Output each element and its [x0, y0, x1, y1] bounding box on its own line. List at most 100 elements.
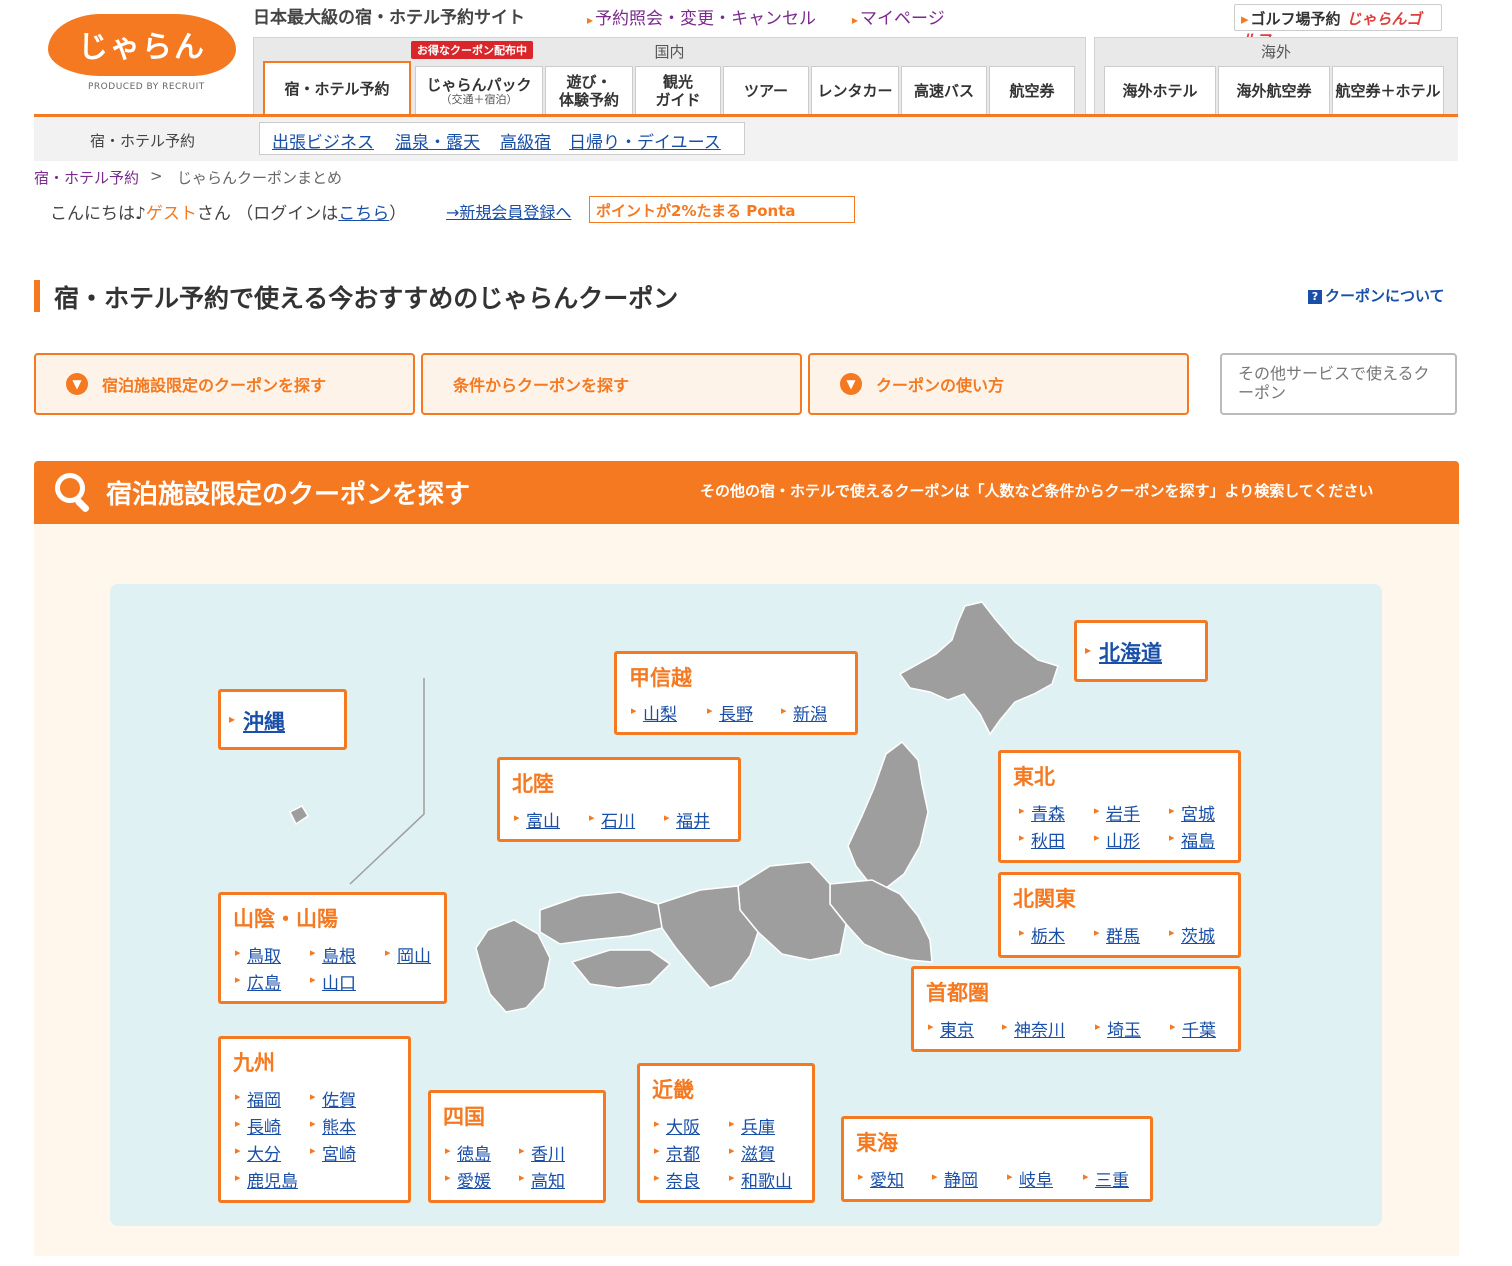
- subnav-dayuse[interactable]: 日帰り・デイユース: [569, 128, 721, 153]
- region-hokkaido[interactable]: 北海道: [1074, 620, 1208, 682]
- pref-link[interactable]: 千葉: [1170, 1016, 1216, 1041]
- region-name: 東北: [1013, 765, 1055, 789]
- tab-jalan-pack[interactable]: じゃらんパック （交通＋宿泊）: [415, 66, 543, 116]
- pref-link[interactable]: 石川: [589, 807, 635, 832]
- region-name-okinawa[interactable]: 沖縄: [229, 706, 285, 736]
- region-shutoken: 首都圏 東京 神奈川 埼玉 千葉: [911, 966, 1241, 1052]
- register-link[interactable]: →新規会員登録へ: [446, 199, 571, 223]
- pref-link[interactable]: 埼玉: [1095, 1016, 1141, 1041]
- btn-label: 宿泊施設限定のクーポンを探す: [102, 376, 327, 395]
- login-link[interactable]: こちら: [338, 204, 389, 224]
- tab-label: ツアー: [743, 81, 789, 100]
- pref-link[interactable]: 兵庫: [729, 1113, 775, 1138]
- pref-link[interactable]: 秋田: [1019, 827, 1065, 852]
- pref-link[interactable]: 長崎: [235, 1113, 281, 1138]
- btn-coupon-howto[interactable]: ▼ クーポンの使い方: [808, 353, 1189, 415]
- tab-overseas-air[interactable]: 海外航空券: [1218, 66, 1330, 116]
- region-okinawa[interactable]: 沖縄: [218, 689, 347, 750]
- pref-link[interactable]: 大阪: [654, 1113, 700, 1138]
- pref-link[interactable]: 長野: [707, 700, 753, 725]
- region-name: 首都圏: [926, 981, 989, 1005]
- overseas-label: 海外: [1260, 43, 1291, 61]
- domestic-label: 国内: [654, 43, 685, 61]
- btn-other-service-coupon[interactable]: その他サービスで使えるクーポン: [1220, 353, 1457, 415]
- tab-activity[interactable]: 遊び・ 体験予約: [545, 66, 633, 116]
- tab-air-hotel[interactable]: 航空券＋ホテル: [1332, 66, 1444, 116]
- pref-link[interactable]: 三重: [1083, 1166, 1129, 1191]
- pref-link[interactable]: 東京: [928, 1016, 974, 1041]
- pref-link[interactable]: 香川: [519, 1140, 565, 1165]
- pref-link[interactable]: 徳島: [445, 1140, 491, 1165]
- pref-link[interactable]: 山口: [310, 969, 356, 994]
- pref-link[interactable]: 栃木: [1019, 922, 1065, 947]
- tab-rentacar[interactable]: レンタカー: [811, 66, 899, 116]
- pref-link[interactable]: 島根: [310, 942, 356, 967]
- tab-label: 航空券＋ホテル: [1335, 81, 1441, 100]
- pref-link[interactable]: 群馬: [1094, 922, 1140, 947]
- pref-link[interactable]: 宮崎: [310, 1140, 356, 1165]
- pref-link[interactable]: 大分: [235, 1140, 281, 1165]
- breadcrumb-home[interactable]: 宿・ホテル予約: [34, 167, 139, 188]
- pref-link[interactable]: 高知: [519, 1167, 565, 1192]
- tab-hotel[interactable]: 宿・ホテル予約: [263, 61, 411, 117]
- chevron-down-icon: ▼: [66, 373, 88, 395]
- ponta-banner[interactable]: ポイントが2%たまる Ponta: [589, 196, 855, 223]
- subnav-business[interactable]: 出張ビジネス: [272, 128, 374, 153]
- subnav-luxury[interactable]: 高級宿: [500, 128, 551, 153]
- mypage-link[interactable]: マイページ: [852, 4, 945, 29]
- golf-button[interactable]: ゴルフ場予約じゃらんゴルフ: [1234, 4, 1442, 49]
- pref-link[interactable]: 鹿児島: [235, 1167, 298, 1192]
- pref-link[interactable]: 青森: [1019, 800, 1065, 825]
- btn-label: クーポンの使い方: [876, 376, 1005, 395]
- pref-link[interactable]: 鳥取: [235, 942, 281, 967]
- pref-link[interactable]: 佐賀: [310, 1086, 356, 1111]
- map-hokkaido: [898, 601, 1059, 736]
- page-title: 宿・ホテル予約で使える今おすすめのじゃらんクーポン: [54, 284, 679, 313]
- pref-link[interactable]: 茨城: [1169, 922, 1215, 947]
- pref-link[interactable]: 山梨: [631, 700, 677, 725]
- region-name-hokkaido[interactable]: 北海道: [1085, 637, 1162, 667]
- pref-link[interactable]: 福井: [664, 807, 710, 832]
- login-prefix: （ログインは: [236, 204, 339, 224]
- pref-link[interactable]: 広島: [235, 969, 281, 994]
- pref-link[interactable]: 滋賀: [729, 1140, 775, 1165]
- tab-airline[interactable]: 航空券: [989, 66, 1075, 116]
- pref-link[interactable]: 京都: [654, 1140, 700, 1165]
- tab-tour[interactable]: ツアー: [723, 66, 809, 116]
- pref-link[interactable]: 愛媛: [445, 1167, 491, 1192]
- pref-link[interactable]: 愛知: [858, 1166, 904, 1191]
- tab-guide[interactable]: 観光 ガイド: [635, 66, 721, 116]
- pref-link[interactable]: 福岡: [235, 1086, 281, 1111]
- pref-link[interactable]: 奈良: [654, 1167, 700, 1192]
- greeting-san: さん: [196, 204, 231, 224]
- pref-link[interactable]: 熊本: [310, 1113, 356, 1138]
- pref-link[interactable]: 富山: [514, 807, 560, 832]
- region-kitakanto: 北関東 栃木 群馬 茨城: [998, 872, 1241, 958]
- tab-label-2: ガイド: [655, 90, 701, 109]
- map-shikoku: [570, 949, 672, 989]
- pref-link[interactable]: 岩手: [1094, 800, 1140, 825]
- region-koshinetsu: 甲信越 山梨 長野 新潟: [614, 651, 858, 735]
- btn-facility-coupon[interactable]: ▼ 宿泊施設限定のクーポンを探す: [34, 353, 415, 415]
- region-name: 山陰・山陽: [233, 907, 338, 931]
- overseas-nav: 海外 海外ホテル 海外航空券 航空券＋ホテル: [1094, 37, 1458, 116]
- map-tohoku: [847, 740, 929, 889]
- chevron-down-icon: ▼: [840, 373, 862, 395]
- btn-condition-coupon[interactable]: 条件からクーポンを探す: [421, 353, 802, 415]
- section-title: 宿泊施設限定のクーポンを探す: [106, 480, 471, 510]
- pref-link[interactable]: 和歌山: [729, 1167, 792, 1192]
- pref-link[interactable]: 神奈川: [1002, 1016, 1065, 1041]
- pref-link[interactable]: 岐阜: [1007, 1166, 1053, 1191]
- about-coupon-link[interactable]: クーポンについて: [1308, 285, 1445, 306]
- pref-link[interactable]: 宮城: [1169, 800, 1215, 825]
- pref-link[interactable]: 岡山: [385, 942, 431, 967]
- subnav-onsen[interactable]: 温泉・露天: [395, 128, 480, 153]
- pref-link[interactable]: 山形: [1094, 827, 1140, 852]
- tab-overseas-hotel[interactable]: 海外ホテル: [1104, 66, 1216, 116]
- pref-link[interactable]: 福島: [1169, 827, 1215, 852]
- tab-bus[interactable]: 高速バス: [901, 66, 987, 116]
- jalan-logo[interactable]: じゃらん PRODUCED BY RECRUIT: [48, 14, 238, 98]
- pref-link[interactable]: 静岡: [932, 1166, 978, 1191]
- reservation-link[interactable]: 予約照会・変更・キャンセル: [587, 4, 816, 29]
- pref-link[interactable]: 新潟: [781, 700, 827, 725]
